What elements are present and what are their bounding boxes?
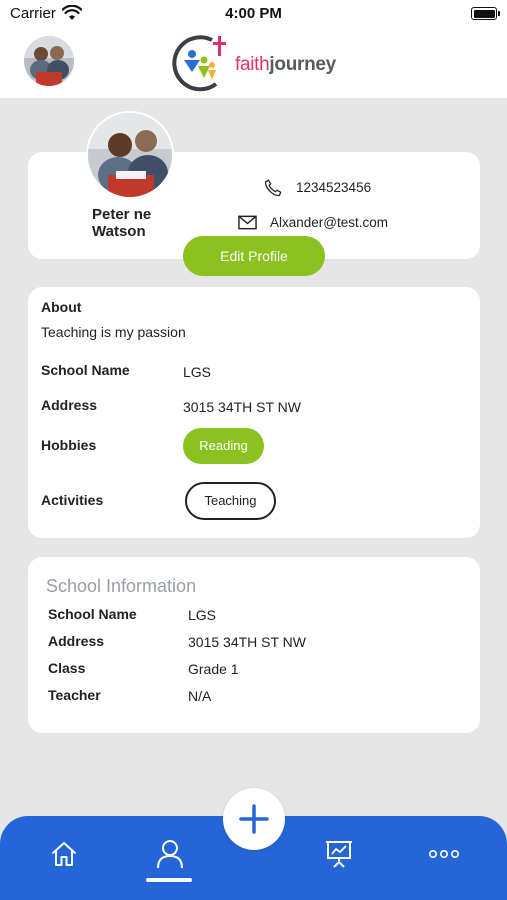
school-info-value: LGS bbox=[188, 607, 217, 623]
logo-text: faithjourney bbox=[235, 54, 336, 76]
school-name-label: School Name bbox=[41, 362, 130, 378]
profile-photo-image bbox=[88, 113, 172, 197]
avatar-photo bbox=[24, 36, 74, 86]
presentation-icon[interactable] bbox=[324, 839, 354, 869]
profile-name-first: Peter ne bbox=[92, 206, 152, 223]
logo-emblem-icon bbox=[172, 35, 226, 92]
address-label: Address bbox=[41, 397, 98, 413]
profile-name: Peter ne Watson bbox=[92, 206, 192, 240]
about-heading: About bbox=[41, 299, 82, 315]
mail-icon bbox=[238, 215, 257, 230]
app-header: faithjourney bbox=[0, 26, 507, 98]
school-info-label: Teacher bbox=[48, 687, 101, 703]
email-address[interactable]: Alxander@test.com bbox=[270, 215, 388, 230]
school-name-value: LGS bbox=[183, 364, 212, 380]
logo-text-journey: journey bbox=[269, 54, 336, 75]
school-information-title: School Information bbox=[46, 576, 197, 596]
hobby-tag[interactable]: Reading bbox=[183, 428, 264, 464]
profile-name-last: Watson bbox=[92, 223, 146, 240]
faithjourney-logo: faithjourney bbox=[172, 32, 352, 92]
school-info-value: N/A bbox=[188, 688, 212, 704]
logo-text-faith: faith bbox=[235, 54, 270, 75]
profile-icon[interactable] bbox=[155, 838, 185, 870]
plus-icon bbox=[239, 804, 269, 834]
home-icon[interactable] bbox=[50, 840, 78, 868]
profile-photo[interactable] bbox=[86, 111, 174, 199]
more-icon[interactable] bbox=[428, 848, 460, 860]
school-info-label: Class bbox=[48, 660, 86, 676]
battery-icon bbox=[471, 7, 500, 20]
school-info-value: 3015 34TH ST NW bbox=[188, 634, 307, 650]
activity-tag[interactable]: Teaching bbox=[185, 482, 276, 520]
clock: 4:00 PM bbox=[225, 5, 282, 22]
active-tab-indicator bbox=[146, 878, 192, 882]
activities-label: Activities bbox=[41, 492, 104, 508]
school-info-value: Grade 1 bbox=[188, 661, 239, 677]
add-button[interactable] bbox=[223, 788, 285, 850]
school-info-label: School Name bbox=[48, 606, 137, 622]
avatar[interactable] bbox=[24, 36, 74, 86]
edit-profile-button[interactable]: Edit Profile bbox=[183, 236, 325, 276]
phone-number[interactable]: 1234523456 bbox=[296, 180, 371, 195]
status-bar: Carrier 4:00 PM bbox=[0, 0, 507, 26]
about-text: Teaching is my passion bbox=[41, 324, 186, 340]
hobbies-label: Hobbies bbox=[41, 437, 97, 453]
phone-icon bbox=[264, 179, 282, 197]
address-value: 3015 34TH ST NW bbox=[183, 399, 302, 415]
school-info-label: Address bbox=[48, 633, 105, 649]
